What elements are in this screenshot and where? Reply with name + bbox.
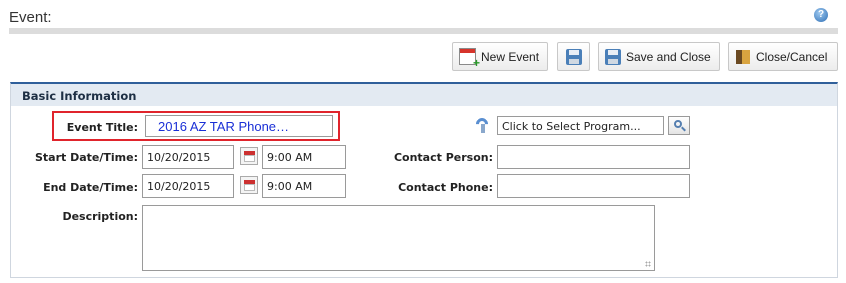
program-select-field[interactable]: Click to Select Program...	[497, 116, 664, 135]
door-icon	[735, 49, 751, 65]
save-and-close-label: Save and Close	[626, 49, 711, 64]
save-icon	[565, 48, 582, 65]
save-button[interactable]	[557, 42, 590, 71]
start-date-field[interactable]: 10/20/2015	[142, 145, 234, 169]
calendar-icon[interactable]	[240, 176, 258, 194]
new-event-icon	[459, 48, 480, 70]
title-divider	[9, 28, 838, 34]
close-cancel-button[interactable]: Close/Cancel	[728, 42, 838, 71]
contact-person-label: Contact Person:	[393, 151, 493, 164]
search-icon[interactable]	[668, 116, 690, 135]
save-icon	[605, 48, 621, 65]
new-event-label: New Event	[481, 49, 540, 64]
section-header: Basic Information	[11, 84, 837, 106]
help-icon[interactable]: ?	[814, 8, 828, 22]
save-and-close-button[interactable]: Save and Close	[598, 42, 720, 71]
contact-phone-field[interactable]	[497, 174, 690, 198]
start-date-time-label: Start Date/Time:	[34, 151, 138, 164]
event-title-label: Event Title:	[66, 121, 138, 134]
resize-grip-icon[interactable]	[645, 261, 651, 267]
contact-phone-label: Contact Phone:	[398, 181, 493, 194]
close-cancel-label: Close/Cancel	[756, 49, 828, 64]
page-title: Event:	[9, 9, 52, 26]
event-title-field[interactable]: 2016 AZ TAR Phone…	[145, 115, 333, 137]
description-textarea[interactable]	[142, 205, 655, 271]
contact-person-field[interactable]	[497, 145, 690, 169]
end-time-field[interactable]: 9:00 AM	[262, 174, 346, 198]
program-icon[interactable]	[474, 116, 492, 134]
end-date-time-label: End Date/Time:	[43, 181, 138, 194]
new-event-button[interactable]: New Event	[452, 42, 548, 71]
start-time-field[interactable]: 9:00 AM	[262, 145, 346, 169]
description-label: Description:	[62, 210, 138, 223]
calendar-icon[interactable]	[240, 147, 258, 165]
end-date-field[interactable]: 10/20/2015	[142, 174, 234, 198]
